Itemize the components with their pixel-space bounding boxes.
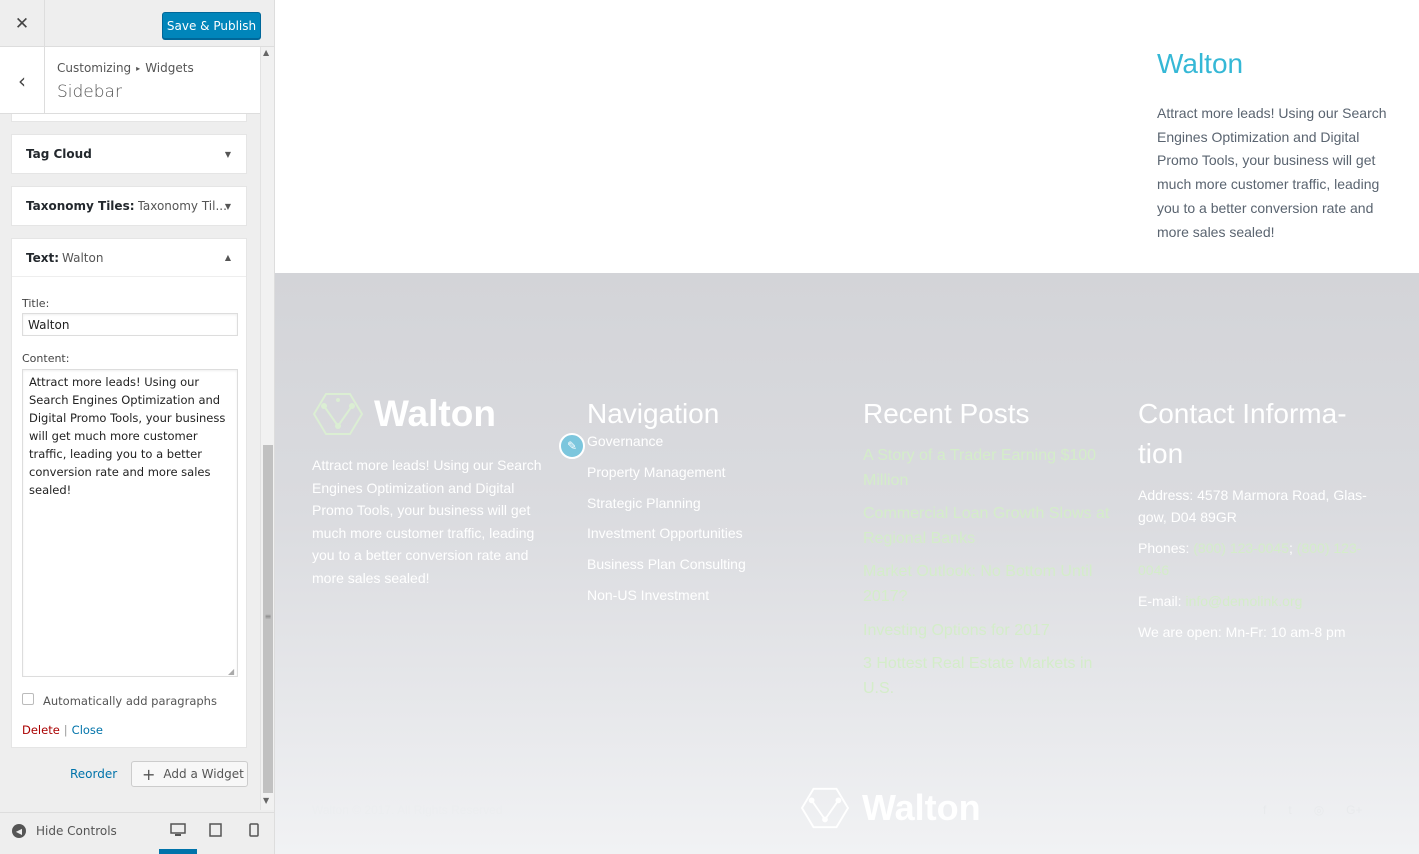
nav-item-strategic-planning[interactable]: Strategic Planning: [587, 495, 746, 526]
scroll-grip-icon: ≡: [264, 612, 272, 621]
logo-text: Walton: [374, 393, 496, 434]
reorder-link[interactable]: Reorder: [70, 767, 117, 781]
facebook-icon[interactable]: f: [1263, 803, 1266, 817]
widget-subtitle: Walton: [62, 250, 104, 265]
widget-text: Text: Walton ▲ Title: Content: Attract m…: [11, 238, 247, 748]
save-publish-button[interactable]: Save & Publish: [162, 12, 261, 39]
copyright-text: Walton © 2017. All Rights Reserved: [312, 803, 503, 817]
breadcrumb: Customizing ▸ Widgets: [57, 61, 194, 75]
auto-paragraphs-checkbox[interactable]: [22, 693, 34, 705]
contact-phones: Phones: (800) 123-0045; (800) 123-0046: [1138, 537, 1383, 581]
active-device-indicator: [159, 849, 197, 854]
content-textarea[interactable]: Attract more leads! Using our Search Eng…: [22, 369, 238, 677]
resize-handle-icon[interactable]: ◢: [228, 667, 234, 676]
nav-item-property-management[interactable]: Property Management: [587, 464, 746, 495]
hide-controls-button[interactable]: ◀ Hide Controls: [12, 824, 117, 838]
nav-item-business-plan-consulting[interactable]: Business Plan Consulting: [587, 556, 746, 587]
desktop-icon[interactable]: [170, 823, 186, 841]
widget-text-header[interactable]: Text: Walton ▲: [12, 239, 246, 277]
bottom-logo[interactable]: Walton: [800, 785, 981, 831]
social-links: f t ◎ G+: [1263, 803, 1363, 817]
bottom-logo-text: Walton: [862, 787, 981, 828]
section-title: Sidebar: [57, 82, 122, 102]
widget-title: Text:: [26, 250, 60, 265]
recent-posts-heading: Recent Posts: [863, 398, 1030, 429]
footer-navigation: Governance Property Management Strategic…: [587, 433, 746, 618]
contact-hours: We are open: Mn-Fr: 10 am-8 pm: [1138, 624, 1346, 640]
contact-info: Address: 4578 Marmora Road, Glas-gow, D0…: [1138, 484, 1383, 652]
site-footer: Walton Attract more leads! Using our Sea…: [275, 273, 1419, 854]
customizer-panel: ✕ Save & Publish ‹ Customizing ▸ Widgets S…: [0, 0, 275, 854]
widget-title: Tag Cloud: [26, 147, 92, 161]
widget-title: Taxonomy Tiles:: [26, 199, 135, 213]
actions-separator: |: [63, 723, 68, 737]
nav-item-investment-opportunities[interactable]: Investment Opportunities: [587, 525, 746, 556]
site-preview: Walton Attract more leads! Using our Sea…: [275, 0, 1419, 854]
mobile-icon[interactable]: [249, 823, 259, 841]
title-field[interactable]: [22, 313, 238, 336]
contact-address: Address: 4578 Marmora Road, Glas-gow, D0…: [1138, 484, 1383, 528]
add-widget-button[interactable]: + Add a Widget: [131, 761, 248, 787]
twitter-icon[interactable]: t: [1288, 803, 1291, 817]
widget-actions: Delete | Close: [22, 723, 103, 737]
auto-paragraphs-label: Automatically add paragraphs: [43, 694, 217, 708]
recent-post-link[interactable]: Market Outlook: No Bottom Until 2017?: [863, 560, 1113, 609]
contact-email: E-mail: info@demolink.org: [1138, 590, 1383, 612]
close-icon[interactable]: ✕: [0, 0, 45, 47]
title-field-label: Title:: [22, 297, 50, 310]
customizer-footer: ◀ Hide Controls: [0, 812, 274, 854]
collapse-circle-icon: ◀: [12, 824, 26, 838]
email-label: E-mail:: [1138, 593, 1182, 609]
recent-posts-list: A Story of a Trader Earning $100 Million…: [863, 444, 1113, 710]
recent-post-link[interactable]: A Story of a Trader Earning $100 Million: [863, 444, 1113, 493]
phones-label: Phones:: [1138, 540, 1190, 556]
text-widget-body: Attract more leads! Using our Search Eng…: [1157, 105, 1387, 240]
scroll-down-icon[interactable]: ▼: [263, 796, 269, 805]
expand-arrow-icon[interactable]: ▼: [225, 202, 231, 211]
breadcrumb-separator-icon: ▸: [136, 64, 141, 73]
phone-separator: ;: [1289, 540, 1293, 556]
recent-post-link[interactable]: 3 Hottest Real Estate Markets in U.S.: [863, 652, 1113, 701]
email-link[interactable]: info@demolink.org: [1185, 593, 1302, 609]
widget-tag-cloud[interactable]: Tag Cloud ▼: [11, 134, 247, 174]
back-arrow-icon[interactable]: ‹: [0, 47, 45, 114]
delete-link[interactable]: Delete: [22, 723, 60, 737]
add-widget-label: Add a Widget: [163, 767, 244, 781]
breadcrumb-root: Customizing: [57, 61, 132, 75]
logo-mark-icon: [800, 787, 850, 829]
phone-link[interactable]: (800) 123-0045: [1193, 540, 1289, 556]
address-label: Address:: [1138, 487, 1194, 503]
scroll-up-icon[interactable]: ▲: [263, 48, 269, 57]
google-plus-icon[interactable]: G+: [1346, 803, 1362, 817]
plus-icon: +: [142, 764, 156, 784]
widget-subtitle: Taxonomy Til...: [137, 199, 227, 213]
recent-post-link[interactable]: Commercial Loan Growth Slows at Regional…: [863, 502, 1113, 551]
widget-stub: [11, 114, 247, 122]
content-field-label: Content:: [22, 352, 70, 365]
navigation-heading: Navigation: [587, 398, 720, 429]
nav-item-governance[interactable]: Governance: [587, 433, 746, 464]
contact-heading: Contact Informa-tion: [1138, 398, 1347, 469]
footer-about-text: Attract more leads! Using our Search Eng…: [312, 457, 542, 586]
close-link[interactable]: Close: [72, 723, 103, 737]
recent-post-link[interactable]: Investing Options for 2017: [863, 619, 1113, 644]
footer-logo[interactable]: Walton: [312, 390, 496, 438]
customizer-header: ✕ Save & Publish: [0, 0, 274, 47]
logo-mark-icon: [312, 393, 364, 435]
expand-arrow-icon[interactable]: ▼: [225, 150, 231, 159]
breadcrumb-current: Widgets: [145, 61, 194, 75]
sidebar-scrollbar[interactable]: ▲ ≡ ▼: [260, 47, 274, 810]
hide-controls-label: Hide Controls: [36, 824, 117, 838]
widget-taxonomy-tiles[interactable]: Taxonomy Tiles: Taxonomy Til... ▼: [11, 186, 247, 226]
tablet-icon[interactable]: [209, 823, 222, 841]
collapse-arrow-icon[interactable]: ▲: [225, 253, 231, 262]
text-widget-title: Walton: [1157, 48, 1244, 79]
edit-shortcut-pencil-icon[interactable]: ✎: [559, 433, 585, 459]
instagram-icon[interactable]: ◎: [1314, 803, 1324, 817]
sidebar-widget-area: Walton Attract more leads! Using our Sea…: [275, 0, 1419, 273]
section-header: ‹ Customizing ▸ Widgets Sidebar: [0, 47, 260, 114]
nav-item-non-us-investment[interactable]: Non-US Investment: [587, 587, 746, 618]
